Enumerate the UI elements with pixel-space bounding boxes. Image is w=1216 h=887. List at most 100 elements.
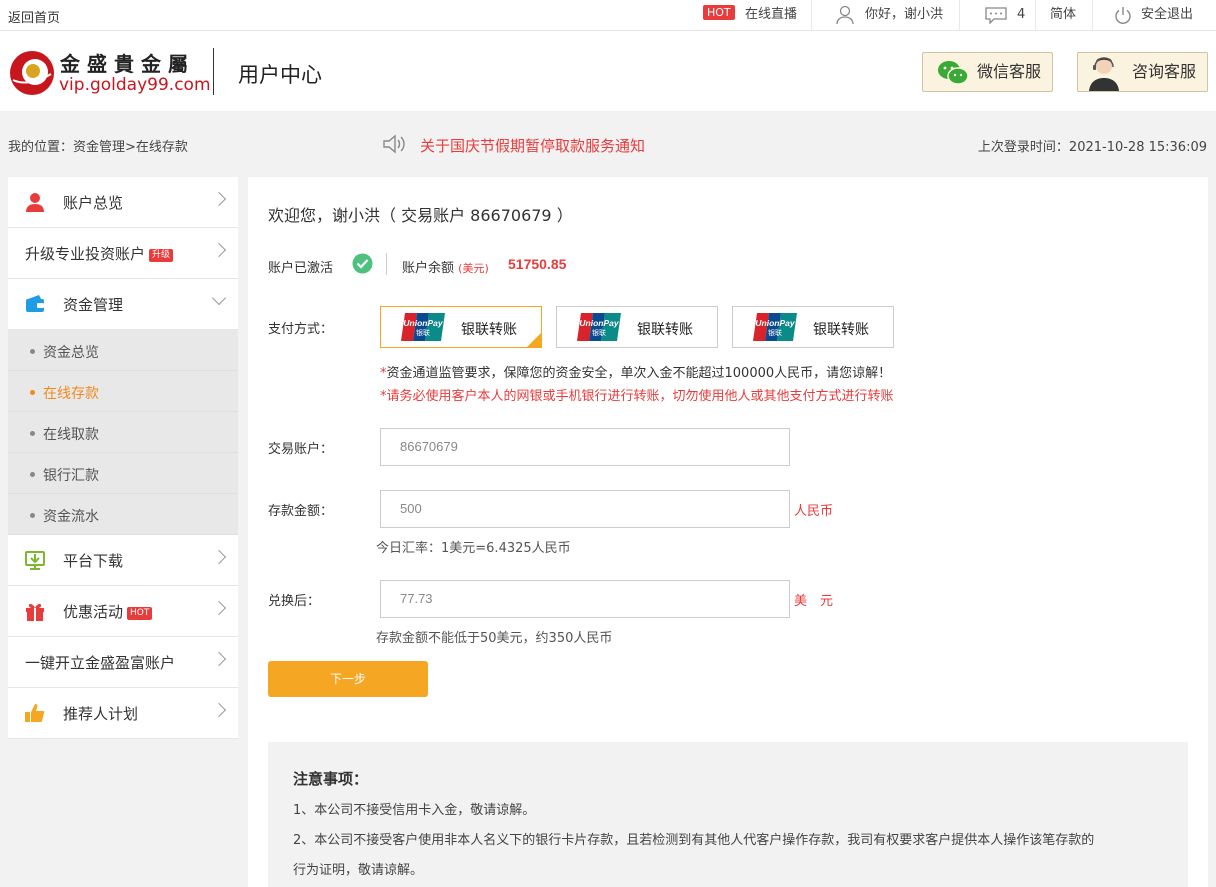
payment-option-label: 银联转账 xyxy=(461,322,517,338)
brand-name: 金盛貴金屬 xyxy=(60,52,195,76)
svg-text:UnionPay: UnionPay xyxy=(579,318,619,328)
gift-icon xyxy=(26,603,44,621)
announcement-text[interactable]: 关于国庆节假期暂停取款服务通知 xyxy=(420,135,645,156)
chevron-right-icon xyxy=(211,242,227,258)
language-switch[interactable]: 简体 xyxy=(1050,0,1076,30)
sidebar-item-fund-management[interactable]: 资金管理 xyxy=(8,279,238,330)
unionpay-logo-icon: UnionPay 银联 xyxy=(401,313,445,341)
amount-unit: 人民币 xyxy=(794,504,834,519)
user-icon xyxy=(836,5,854,25)
balance-label: 账户余额 (美元) xyxy=(402,261,489,276)
payment-option-unionpay-2[interactable]: UnionPay 银联 银联转账 xyxy=(556,306,718,348)
sidebar-subitem-label: 资金流水 xyxy=(43,509,99,525)
wallet-icon xyxy=(26,295,44,312)
hot-badge: HOT xyxy=(127,607,153,620)
selected-corner-icon xyxy=(527,333,541,347)
sidebar-item-label: 资金管理 xyxy=(63,296,124,314)
customer-service-avatar-icon xyxy=(1089,57,1119,91)
notes-item: 1、本公司不接受信用卡入金，敬请谅解。 xyxy=(293,803,536,818)
chevron-right-icon xyxy=(211,651,227,667)
wechat-icon xyxy=(938,61,969,85)
svg-text:UnionPay: UnionPay xyxy=(403,318,443,328)
notes-item: 行为证明，敬请谅解。 xyxy=(293,863,424,878)
converted-amount-label: 兑换后： xyxy=(268,594,321,609)
next-step-button[interactable]: 下一步 xyxy=(268,661,428,697)
activation-status: 账户已激活 xyxy=(268,261,334,276)
chevron-right-icon xyxy=(211,191,227,207)
announcement[interactable]: 关于国庆节假期暂停取款服务通知 xyxy=(382,134,645,158)
svg-text:银联: 银联 xyxy=(592,328,606,337)
greeting-label: 你好，谢小洪 xyxy=(865,7,944,22)
wechat-service-button[interactable]: 微信客服 xyxy=(922,52,1053,92)
header-divider xyxy=(213,48,214,95)
breadcrumb-bar: 我的位置：资金管理>在线存款 关于国庆节假期暂停取款服务通知 上次登录时间：20… xyxy=(0,111,1216,177)
download-icon xyxy=(25,551,45,570)
power-icon xyxy=(1115,7,1131,24)
sidebar-subitem-bank-remittance[interactable]: 银行汇款 xyxy=(8,453,238,494)
sidebar-item-label: 一键开立金盛盈富账户 xyxy=(25,654,176,672)
top-bar: 返回首页 HOT 在线直播 你好，谢小洪 4 简体 安全退出 xyxy=(0,0,1216,31)
sidebar-item-account-overview[interactable]: 账户总览 xyxy=(8,177,238,228)
chevron-down-icon xyxy=(211,290,227,306)
notes-title: 注意事项： xyxy=(293,770,369,788)
user-greeting[interactable]: 你好，谢小洪 xyxy=(836,0,956,30)
svg-text:银联: 银联 xyxy=(768,328,782,337)
sidebar-subitem-label: 在线取款 xyxy=(43,427,99,443)
sidebar-item-label: 优惠活动 HOT xyxy=(63,601,153,622)
consult-service-button[interactable]: 咨询客服 xyxy=(1077,52,1208,92)
sidebar-subitem-fund-overview[interactable]: 资金总览 xyxy=(8,330,238,371)
sidebar: 账户总览 升级专业投资账户 升级 资金管理 资金总览 在线存款 在线取款 银行汇款… xyxy=(8,177,238,739)
sidebar-item-open-account[interactable]: 一键开立金盛盈富账户 xyxy=(8,637,238,688)
sidebar-subitem-label: 在线存款 xyxy=(43,386,99,402)
sidebar-item-label: 账户总览 xyxy=(63,194,124,212)
welcome-text: 欢迎您，谢小洪（ 交易账户 86670679 ） xyxy=(268,206,573,225)
notes-panel: 注意事项： 1、本公司不接受信用卡入金，敬请谅解。 2、本公司不接受客户使用非本… xyxy=(268,742,1188,887)
notes-item: 2、本公司不接受客户使用非本人名义下的银行卡片存款，且若检测到有其他人代客户操作… xyxy=(293,833,1095,848)
trading-account-field[interactable]: 86670679 xyxy=(380,428,790,466)
header: 金盛貴金屬 vip.golday99.com 用户中心 微信客服 咨询客服 xyxy=(0,31,1216,111)
payment-option-label: 银联转账 xyxy=(813,322,869,338)
main-panel: 欢迎您，谢小洪（ 交易账户 86670679 ） 账户已激活 账户余额 (美元)… xyxy=(248,177,1208,887)
breadcrumb: 我的位置：资金管理>在线存款 xyxy=(8,140,188,155)
sidebar-subitem-online-deposit[interactable]: 在线存款 xyxy=(8,371,238,412)
logout-link[interactable]: 安全退出 xyxy=(1114,0,1204,30)
converted-amount-field[interactable]: 77.73 xyxy=(380,580,790,618)
live-link[interactable]: HOT 在线直播 xyxy=(703,0,807,30)
sidebar-subitem-fund-flow[interactable]: 资金流水 xyxy=(8,494,238,535)
user-icon xyxy=(26,193,44,212)
message-count: 4 xyxy=(1017,7,1026,22)
message-icon xyxy=(985,7,1007,24)
live-label: 在线直播 xyxy=(745,7,798,22)
consult-service-label: 咨询客服 xyxy=(1132,62,1197,81)
payment-method-label: 支付方式： xyxy=(268,322,334,337)
minimum-amount-text: 存款金额不能低于50美元，约350人民币 xyxy=(376,631,613,646)
deposit-amount-input[interactable]: 500 xyxy=(380,490,790,528)
divider xyxy=(386,253,387,275)
wechat-service-label: 微信客服 xyxy=(977,62,1042,81)
sidebar-item-upgrade[interactable]: 升级专业投资账户 升级 xyxy=(8,228,238,279)
chevron-right-icon xyxy=(211,549,227,565)
last-login-time: 上次登录时间：2021-10-28 15:36:09 xyxy=(977,140,1207,155)
converted-unit: 美 元 xyxy=(794,594,834,609)
brand-url: vip.golday99.com xyxy=(59,75,211,95)
trading-account-label: 交易账户： xyxy=(268,442,334,457)
sidebar-item-promotions[interactable]: 优惠活动 HOT xyxy=(8,586,238,637)
own-account-warning: *请务必使用客户本人的网银或手机银行进行转账，切勿使用他人或其他支付方式进行转账 xyxy=(380,389,894,404)
home-link[interactable]: 返回首页 xyxy=(8,7,60,26)
page-title: 用户中心 xyxy=(238,63,322,87)
logout-label: 安全退出 xyxy=(1141,7,1194,22)
svg-text:UnionPay: UnionPay xyxy=(755,318,795,328)
payment-option-unionpay-1[interactable]: UnionPay 银联 银联转账 xyxy=(380,306,542,348)
check-circle-icon xyxy=(352,253,373,274)
unionpay-logo-icon: UnionPay 银联 xyxy=(753,313,797,341)
chevron-right-icon xyxy=(211,702,227,718)
upgrade-badge: 升级 xyxy=(149,249,174,262)
sidebar-item-referral[interactable]: 推荐人计划 xyxy=(8,688,238,739)
brand-logo-icon[interactable] xyxy=(9,50,55,96)
payment-option-label: 银联转账 xyxy=(637,322,693,338)
sidebar-subitem-label: 银行汇款 xyxy=(43,468,99,484)
payment-option-unionpay-3[interactable]: UnionPay 银联 银联转账 xyxy=(732,306,894,348)
sidebar-item-download[interactable]: 平台下载 xyxy=(8,535,238,586)
messages-link[interactable]: 4 xyxy=(985,0,1030,30)
sidebar-subitem-online-withdraw[interactable]: 在线取款 xyxy=(8,412,238,453)
